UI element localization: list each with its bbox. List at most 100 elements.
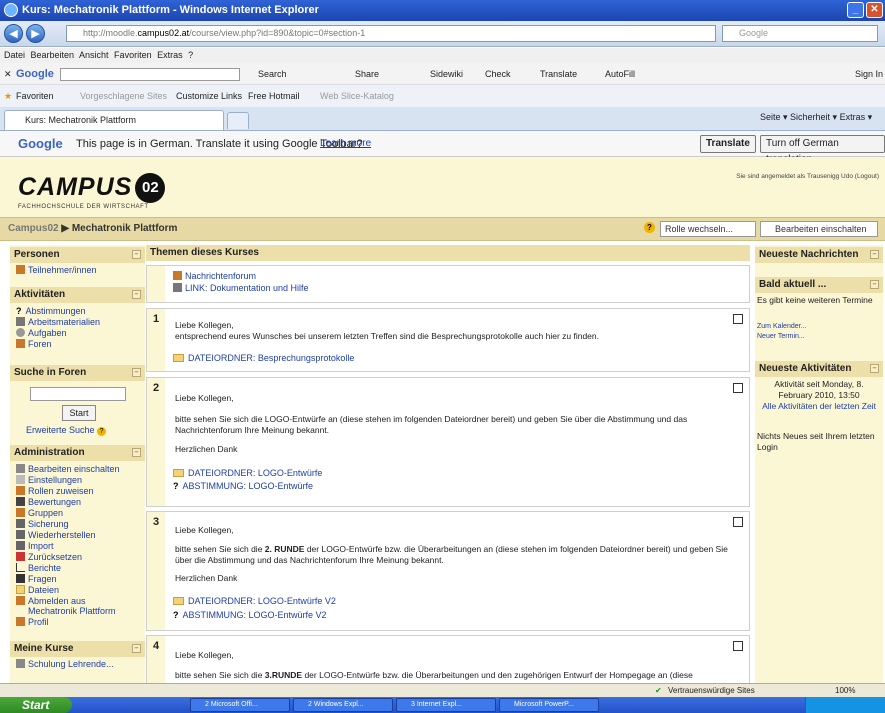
block-upcoming-title: Bald aktuell ... <box>759 279 827 290</box>
admin-settings[interactable]: Einstellungen <box>16 475 82 485</box>
activity-forums[interactable]: Foren <box>16 339 52 349</box>
block-mycourses-title: Meine Kurse <box>14 643 74 654</box>
admin-edit-on[interactable]: Bearbeiten einschalten <box>16 464 120 474</box>
toolbar-translate[interactable]: Translate <box>540 63 577 85</box>
collapse-icon[interactable]: – <box>870 364 879 373</box>
folder-link[interactable]: DATEIORDNER: LOGO-Entwürfe V2 <box>173 596 336 606</box>
new-event-link[interactable]: Neuer Termin... <box>757 331 881 342</box>
activity-resources[interactable]: Arbeitsmaterialien <box>16 317 100 327</box>
tab-bar: Kurs: Mechatronik Plattform Seite ▾ Sich… <box>0 107 885 131</box>
star-icon: ★ <box>4 91 13 101</box>
close-toolbar-icon[interactable]: ✕ <box>4 63 12 85</box>
zone-label: Vertrauenswürdige Sites <box>668 686 755 695</box>
folder-link[interactable]: DATEIORDNER: Besprechungsprotokolle <box>173 353 354 363</box>
address-input[interactable]: http://moodle.campus02.at/course/view.ph… <box>66 25 716 42</box>
taskbar-item[interactable]: 2 Microsoft Offi... <box>190 698 290 712</box>
login-info[interactable]: Sie sind angemeldet als Trausenigg Udo (… <box>736 173 879 180</box>
start-button[interactable]: Start <box>0 697 72 713</box>
resource-icon <box>16 317 25 326</box>
new-tab-button[interactable] <box>227 112 249 129</box>
admin-import[interactable]: Import <box>16 541 54 551</box>
collapse-icon[interactable]: – <box>132 368 141 377</box>
toolbar-share[interactable]: Share <box>355 63 379 85</box>
collapse-icon[interactable]: – <box>132 448 141 457</box>
close-button[interactable]: ✕ <box>866 2 883 18</box>
participants-link[interactable]: Teilnehmer/innen <box>16 265 97 275</box>
admin-grades[interactable]: Bewertungen <box>16 497 81 507</box>
folder-link[interactable]: DATEIORDNER: LOGO-Entwürfe <box>173 468 322 478</box>
admin-label: Profil <box>28 617 49 627</box>
search-input[interactable]: Google <box>722 25 878 42</box>
admin-restore[interactable]: Wiederherstellen <box>16 530 96 540</box>
right-column: Neueste Nachrichten – Bald aktuell ... – E… <box>755 245 883 695</box>
admin-questions[interactable]: Fragen <box>16 574 57 584</box>
all-activity-link[interactable]: Alle Aktivitäten der letzten Zeit <box>757 401 881 412</box>
help-icon[interactable]: ? <box>644 222 655 233</box>
admin-unenrol-course[interactable]: Mechatronik Plattform <box>28 606 116 616</box>
taskbar-item[interactable]: 3 Internet Expl... <box>396 698 496 712</box>
favorites-button[interactable]: Favoriten <box>16 85 54 107</box>
folder-icon <box>173 597 184 605</box>
forum-search-start-button[interactable]: Start <box>62 405 96 421</box>
choice-link[interactable]: ? ABSTIMMUNG: LOGO-Entwürfe V2 <box>173 610 327 620</box>
admin-groups[interactable]: Gruppen <box>16 508 63 518</box>
turn-off-translation-button[interactable]: Turn off German translation <box>760 135 885 165</box>
toolbar-search[interactable]: Search <box>258 63 287 85</box>
mycourse-item[interactable]: Schulung Lehrende... <box>16 659 114 669</box>
google-toolbar-input[interactable] <box>60 68 240 81</box>
highlight-checkbox[interactable] <box>733 383 743 393</box>
section-text: Herzlichen Dank <box>175 573 238 583</box>
admin-unenrol[interactable]: Abmelden aus <box>16 596 86 606</box>
admin-reports[interactable]: Berichte <box>16 563 61 573</box>
toolbar-sidewiki[interactable]: Sidewiki <box>430 63 463 85</box>
back-button[interactable]: ◀ <box>4 24 23 43</box>
block-news-header: Neueste Nachrichten – <box>755 247 883 263</box>
url-rest: /course/view.php?id=890&topic=0#section-… <box>189 28 366 38</box>
collapse-icon[interactable]: – <box>132 250 141 259</box>
free-hotmail[interactable]: Free Hotmail <box>248 85 300 107</box>
address-toolbar: ◀ ▶ http://moodle.campus02.at/course/vie… <box>0 21 885 47</box>
news-forum-link[interactable]: Nachrichtenforum <box>173 271 256 281</box>
command-bar[interactable]: Seite ▾ Sicherheit ▾ Extras ▾ <box>760 112 872 123</box>
taskbar-item[interactable]: 2 Windows Expl... <box>293 698 393 712</box>
translate-button[interactable]: Translate <box>700 135 756 153</box>
tab-active[interactable]: Kurs: Mechatronik Plattform <box>4 110 224 130</box>
choice-link[interactable]: ? ABSTIMMUNG: LOGO-Entwürfe <box>173 481 313 491</box>
section-text: bitte sehen Sie sich die LOGO-Entwürfe a… <box>175 414 688 435</box>
collapse-icon[interactable]: – <box>870 280 879 289</box>
toolbar-check[interactable]: Check <box>485 63 511 85</box>
admin-files[interactable]: Dateien <box>16 585 59 595</box>
admin-backup[interactable]: Sicherung <box>16 519 69 529</box>
link-icon <box>173 283 182 292</box>
documentation-link[interactable]: LINK: Dokumentation und Hilfe <box>173 283 309 293</box>
forward-button[interactable]: ▶ <box>26 24 45 43</box>
admin-reset[interactable]: Zurücksetzen <box>16 552 82 562</box>
toolbar-autofill[interactable]: AutoFill <box>605 63 635 85</box>
edit-on-button[interactable]: Bearbeiten einschalten <box>760 221 878 237</box>
admin-profile[interactable]: Profil <box>16 617 49 627</box>
activity-choices[interactable]: ? Abstimmungen <box>16 306 86 316</box>
section-text: Liebe Kollegen, <box>175 650 234 660</box>
taskbar-item[interactable]: Microsoft PowerP... <box>499 698 599 712</box>
toolbar-signin[interactable]: Sign In <box>855 63 883 85</box>
learn-more-link[interactable]: Learn more <box>320 131 371 157</box>
activity-assignments[interactable]: Aufgaben <box>16 328 67 338</box>
menu-items[interactable]: Datei Bearbeiten Ansicht Favoriten Extra… <box>4 50 193 60</box>
breadcrumb-home[interactable]: Campus02 <box>8 223 59 234</box>
collapse-icon[interactable]: – <box>132 290 141 299</box>
groups-icon <box>16 508 25 517</box>
upcoming-text: Es gibt keine weiteren Termine <box>757 295 873 305</box>
role-switch-select[interactable]: Rolle wechseln... <box>660 221 756 237</box>
suggested-sites[interactable]: Vorgeschlagene Sites <box>80 85 167 107</box>
collapse-icon[interactable]: – <box>870 250 879 259</box>
menu-bar[interactable]: Datei Bearbeiten Ansicht Favoriten Extra… <box>0 48 885 63</box>
admin-roles[interactable]: Rollen zuweisen <box>16 486 94 496</box>
zoom-label[interactable]: 100% <box>835 684 855 697</box>
minimize-button[interactable]: _ <box>847 2 864 18</box>
web-slice[interactable]: Web Slice-Katalog <box>320 85 394 107</box>
collapse-icon[interactable]: – <box>132 644 141 653</box>
forum-search-input[interactable] <box>30 387 126 401</box>
advanced-search-link[interactable]: Erweiterte Suche ? <box>26 425 107 436</box>
customize-links[interactable]: Customize Links <box>176 85 242 107</box>
help-icon[interactable]: ? <box>97 427 107 436</box>
